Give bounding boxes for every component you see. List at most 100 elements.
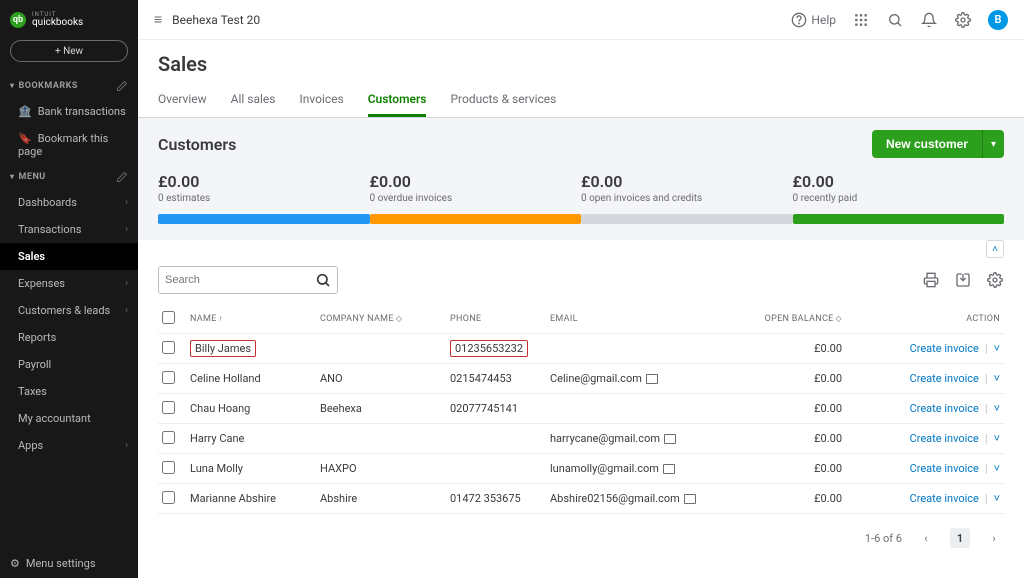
row-checkbox[interactable] (162, 401, 175, 414)
tab-products-services[interactable]: Products & services (450, 84, 556, 117)
col-balance[interactable]: OPEN BALANCE◇ (746, 308, 846, 330)
chevron-right-icon: › (125, 224, 128, 235)
search-icon[interactable] (315, 272, 331, 288)
cell-company (316, 433, 446, 445)
row-action-dropdown[interactable]: ˅ (994, 432, 1000, 445)
cell-name[interactable]: Harry Cane (186, 426, 316, 451)
cell-balance: £0.00 (746, 396, 846, 421)
bookmarks-header[interactable]: ▾BOOKMARKS (0, 74, 138, 98)
bookmark-this-page[interactable]: 🔖Bookmark this page (0, 125, 138, 165)
settings-icon[interactable] (986, 271, 1004, 289)
menu-settings[interactable]: ⚙ Menu settings (0, 549, 138, 578)
tab-all-sales[interactable]: All sales (231, 84, 276, 117)
cell-name[interactable]: Marianne Abshire (186, 486, 316, 511)
stat-bar-estimates[interactable] (158, 214, 370, 224)
create-invoice-link[interactable]: Create invoice (910, 372, 979, 385)
row-checkbox[interactable] (162, 341, 175, 354)
chevron-right-icon: › (125, 278, 128, 289)
cell-company: HAXPO (316, 456, 446, 481)
create-invoice-link[interactable]: Create invoice (910, 402, 979, 415)
col-name[interactable]: NAME↑ (186, 308, 316, 330)
select-all-checkbox[interactable] (162, 311, 175, 324)
stat-bar-open[interactable] (581, 214, 793, 224)
search-input[interactable] (158, 266, 338, 294)
row-action-dropdown[interactable]: ˅ (994, 462, 1000, 475)
cell-email: Celine@gmail.com (546, 366, 746, 391)
bookmark-bank-transactions[interactable]: 🏦Bank transactions (0, 98, 138, 125)
footer-privacy[interactable]: Privacy (138, 562, 1024, 578)
page-prev[interactable]: ‹ (916, 528, 936, 548)
cell-company: ANO (316, 366, 446, 391)
new-button[interactable]: + New (10, 40, 128, 62)
sidebar-item-transactions[interactable]: Transactions› (0, 216, 138, 243)
sidebar-item-customers-leads[interactable]: Customers & leads› (0, 297, 138, 324)
create-invoice-link[interactable]: Create invoice (910, 432, 979, 445)
row-checkbox[interactable] (162, 371, 175, 384)
cell-name[interactable]: Chau Hoang (186, 396, 316, 421)
new-customer-dropdown[interactable]: ▾ (982, 130, 1004, 158)
tab-invoices[interactable]: Invoices (299, 84, 343, 117)
sidebar-item-dashboards[interactable]: Dashboards› (0, 189, 138, 216)
mail-icon (646, 374, 658, 384)
page-next[interactable]: › (984, 528, 1004, 548)
row-action-dropdown[interactable]: ˅ (994, 342, 1000, 355)
cell-balance: £0.00 (746, 456, 846, 481)
sidebar-item-expenses[interactable]: Expenses› (0, 270, 138, 297)
page-current[interactable]: 1 (950, 528, 970, 548)
cell-phone (446, 433, 546, 445)
stat-amount: £0.00 (793, 172, 1005, 191)
row-action-dropdown[interactable]: ˅ (994, 492, 1000, 505)
stat-amount: £0.00 (158, 172, 370, 191)
create-invoice-link[interactable]: Create invoice (910, 492, 979, 505)
sidebar-item-my-accountant[interactable]: My accountant (0, 405, 138, 432)
col-action: ACTION (846, 308, 1004, 330)
sidebar-item-sales[interactable]: Sales (0, 243, 138, 270)
tab-customers[interactable]: Customers (368, 84, 427, 117)
table-row[interactable]: Celine HollandANO0215474453Celine@gmail.… (158, 364, 1004, 394)
table-row[interactable]: Luna MollyHAXPOlunamolly@gmail.com £0.00… (158, 454, 1004, 484)
row-action-dropdown[interactable]: ˅ (994, 402, 1000, 415)
menu-header[interactable]: ▾MENU (0, 165, 138, 189)
cell-balance: £0.00 (746, 426, 846, 451)
row-action-dropdown[interactable]: ˅ (994, 372, 1000, 385)
create-invoice-link[interactable]: Create invoice (910, 462, 979, 475)
row-checkbox[interactable] (162, 461, 175, 474)
help-icon (791, 12, 807, 28)
mail-icon (684, 494, 696, 504)
table-row[interactable]: Harry Caneharrycane@gmail.com £0.00Creat… (158, 424, 1004, 454)
help-link[interactable]: Help (791, 12, 836, 28)
pencil-icon[interactable] (116, 80, 128, 92)
row-checkbox[interactable] (162, 431, 175, 444)
cell-name[interactable]: Luna Molly (186, 456, 316, 481)
search-icon[interactable] (886, 11, 904, 29)
sidebar-item-payroll[interactable]: Payroll (0, 351, 138, 378)
gear-icon[interactable] (954, 11, 972, 29)
sidebar-item-apps[interactable]: Apps› (0, 432, 138, 459)
pencil-icon[interactable] (116, 171, 128, 183)
cell-name[interactable]: Celine Holland (186, 366, 316, 391)
new-customer-button[interactable]: New customer (872, 130, 982, 158)
stat-bar-paid[interactable] (793, 214, 1005, 224)
create-invoice-link[interactable]: Create invoice (910, 342, 979, 355)
hamburger-icon[interactable]: ≡ (154, 11, 162, 28)
cell-email (546, 403, 746, 415)
cell-phone: 02077745141 (446, 396, 546, 421)
company-name: Beehexa Test 20 (172, 13, 260, 27)
row-checkbox[interactable] (162, 491, 175, 504)
table-row[interactable]: Billy James01235653232£0.00Create invoic… (158, 334, 1004, 364)
tab-overview[interactable]: Overview (158, 84, 207, 117)
cell-name[interactable]: Billy James (186, 334, 316, 363)
export-icon[interactable] (954, 271, 972, 289)
apps-icon[interactable] (852, 11, 870, 29)
table-row[interactable]: Chau HoangBeehexa02077745141£0.00Create … (158, 394, 1004, 424)
stat-block: £0.000 open invoices and credits (581, 172, 793, 204)
table-row[interactable]: Marianne AbshireAbshire01472 353675Abshi… (158, 484, 1004, 514)
stat-bar-overdue[interactable] (370, 214, 582, 224)
collapse-icon[interactable]: ˄ (986, 240, 1004, 258)
bell-icon[interactable] (920, 11, 938, 29)
sidebar-item-taxes[interactable]: Taxes (0, 378, 138, 405)
col-company[interactable]: COMPANY NAME◇ (316, 308, 446, 330)
sidebar-item-reports[interactable]: Reports (0, 324, 138, 351)
print-icon[interactable] (922, 271, 940, 289)
avatar[interactable]: B (988, 10, 1008, 30)
